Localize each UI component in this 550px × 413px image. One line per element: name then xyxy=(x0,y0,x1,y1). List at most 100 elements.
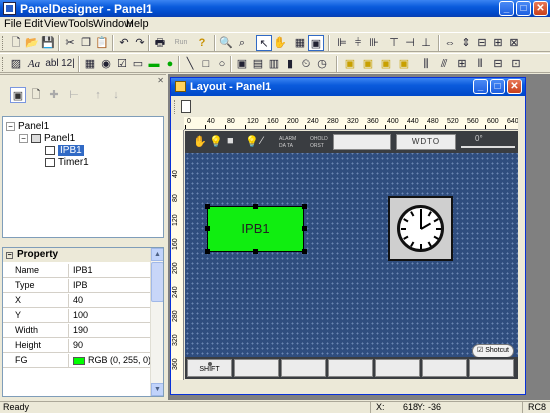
menu-file[interactable]: File xyxy=(4,18,22,30)
pointer-icon[interactable]: ↖ xyxy=(256,35,272,51)
ipb1-button[interactable]: IPB1 xyxy=(207,206,304,252)
move-up-icon[interactable]: ↑ xyxy=(90,87,106,103)
button-tool-icon[interactable]: ▭ xyxy=(130,56,146,72)
property-value[interactable]: 100 xyxy=(73,309,88,322)
help-icon[interactable]: ? xyxy=(194,35,210,51)
checkbox-tool-icon[interactable]: ☑ xyxy=(114,56,130,72)
group-icon[interactable]: ⫼ xyxy=(418,56,434,72)
property-scrollbar[interactable]: ▲ ▼ xyxy=(150,248,163,396)
project-view-icon[interactable]: ▣ xyxy=(10,87,26,103)
property-row[interactable]: FG RGB (0, 255, 0) xyxy=(3,354,151,368)
resize-handle[interactable] xyxy=(253,249,258,254)
collapse-icon[interactable]: − xyxy=(6,121,15,131)
panel-splitter[interactable] xyxy=(0,239,166,243)
property-value[interactable]: 90 xyxy=(73,339,83,352)
align-right-icon[interactable]: ⊪ xyxy=(366,35,382,51)
run-button[interactable]: Run xyxy=(170,35,192,51)
timer-tool-icon[interactable]: ⏲ xyxy=(298,56,314,72)
ungroup-icon[interactable]: ⫻ xyxy=(436,56,452,72)
align-middle-icon[interactable]: ⊣ xyxy=(402,35,418,51)
wdto-button[interactable]: WDTO xyxy=(396,134,456,150)
function-key[interactable] xyxy=(281,359,326,377)
property-value[interactable]: IPB1 xyxy=(73,264,93,277)
hand-icon[interactable]: ✋ xyxy=(272,35,288,51)
find-icon[interactable]: ⌕ xyxy=(234,35,250,51)
bar-tool-icon[interactable]: ▮ xyxy=(282,56,298,72)
layout-maximize-button[interactable]: □ xyxy=(490,79,505,94)
resize-handle[interactable] xyxy=(253,204,258,209)
tree-icon[interactable]: ⊢ xyxy=(66,87,82,103)
flip-v-icon[interactable]: ⊟ xyxy=(490,56,506,72)
space-v-icon[interactable]: ⇕ xyxy=(458,35,474,51)
paste-icon[interactable]: 📋 xyxy=(94,35,110,51)
tree-node-timer1[interactable]: Timer1 xyxy=(45,157,89,169)
menu-help[interactable]: Help xyxy=(126,18,149,30)
scroll-up-icon[interactable]: ▲ xyxy=(151,248,163,261)
copy-icon[interactable]: ❐ xyxy=(78,35,94,51)
page-icon[interactable] xyxy=(181,100,191,113)
hand-icon[interactable]: ✋ xyxy=(193,135,207,148)
function-key[interactable] xyxy=(375,359,420,377)
resize-handle[interactable] xyxy=(205,204,210,209)
forward-icon[interactable]: ▣ xyxy=(378,56,394,72)
scroll-down-icon[interactable]: ▼ xyxy=(151,383,163,396)
property-value[interactable]: 190 xyxy=(73,324,88,337)
function-key[interactable] xyxy=(422,359,467,377)
tree-node-ipb1[interactable]: IPB1 xyxy=(45,145,84,157)
property-row[interactable]: Y 100 xyxy=(3,309,151,323)
frame-tool-icon[interactable]: ▣ xyxy=(234,56,250,72)
grid-tool-icon[interactable]: ▥ xyxy=(266,56,282,72)
pen-icon[interactable]: ⁄ xyxy=(261,135,263,147)
function-key[interactable] xyxy=(469,359,514,377)
property-value[interactable]: 40 xyxy=(73,294,83,307)
minimize-button[interactable]: _ xyxy=(499,1,514,16)
rect-tool-icon[interactable]: □ xyxy=(198,56,214,72)
size-both-icon[interactable]: ⊠ xyxy=(506,35,522,51)
radio-tool-icon[interactable]: ◉ xyxy=(98,56,114,72)
lamp-icon[interactable]: 💡 xyxy=(245,135,259,148)
close-button[interactable]: ✕ xyxy=(533,1,548,16)
snap-icon[interactable]: ▣ xyxy=(308,35,324,51)
menu-edit[interactable]: Edit xyxy=(24,18,43,30)
open-icon[interactable]: 📂 xyxy=(24,35,40,51)
shift-key[interactable]: SHIFT xyxy=(187,359,232,377)
resize-handle[interactable] xyxy=(205,249,210,254)
align-top-icon[interactable]: ⊤ xyxy=(386,35,402,51)
size-height-icon[interactable]: ⊞ xyxy=(490,35,506,51)
backward-icon[interactable]: ▣ xyxy=(396,56,412,72)
layout-title-bar[interactable]: Layout - Panel1 _ □ ✕ xyxy=(171,78,525,96)
square-icon[interactable]: ■ xyxy=(227,135,234,147)
image-tool-icon[interactable]: ▨ xyxy=(8,56,24,72)
property-row[interactable]: Name IPB1 xyxy=(3,264,151,278)
blank-panel-button[interactable] xyxy=(333,134,391,150)
redo-icon[interactable]: ↷ xyxy=(132,35,148,51)
toolbar-grip[interactable] xyxy=(2,36,5,50)
layout-minimize-button[interactable]: _ xyxy=(473,79,488,94)
resize-handle[interactable] xyxy=(302,249,307,254)
toolbar-grip[interactable] xyxy=(174,100,177,114)
number-tool-button[interactable]: 12| xyxy=(60,56,76,72)
menu-tools[interactable]: Tools xyxy=(68,18,94,30)
shotcut-button[interactable]: ☑ Shotcut xyxy=(472,344,514,358)
design-canvas[interactable]: ✋ 💡 ■ 💡 ⁄ ALARM DA TA OHOLD ORST WDTO 0°… xyxy=(185,131,518,379)
print-icon[interactable]: 🖶 xyxy=(152,35,168,51)
collapse-icon[interactable]: − xyxy=(19,133,28,143)
new-icon[interactable]: 🗋 xyxy=(8,35,24,51)
label-tool-button[interactable]: abl xyxy=(44,56,60,72)
add-item-icon[interactable]: ✚ xyxy=(46,87,62,103)
align-center-icon[interactable]: ⫩ xyxy=(350,35,366,51)
layout-close-button[interactable]: ✕ xyxy=(507,79,522,94)
function-key[interactable] xyxy=(328,359,373,377)
resize-handle[interactable] xyxy=(205,226,210,231)
main-title-bar[interactable]: PanelDesigner - Panel1 _ □ ✕ xyxy=(0,0,550,17)
send-back-icon[interactable]: ▣ xyxy=(360,56,376,72)
line-tool-icon[interactable]: ╲ xyxy=(182,56,198,72)
flip-h-icon[interactable]: ⫴ xyxy=(472,56,488,72)
property-row[interactable]: X 40 xyxy=(3,294,151,308)
bulb-icon[interactable]: 💡 xyxy=(209,135,223,148)
property-value[interactable]: RGB (0, 255, 0) xyxy=(73,354,151,367)
collapse-icon[interactable]: − xyxy=(6,252,13,259)
table-tool-icon[interactable]: ▤ xyxy=(250,56,266,72)
move-down-icon[interactable]: ↓ xyxy=(108,87,124,103)
green-button-tool-icon[interactable]: ▬ xyxy=(146,56,162,72)
